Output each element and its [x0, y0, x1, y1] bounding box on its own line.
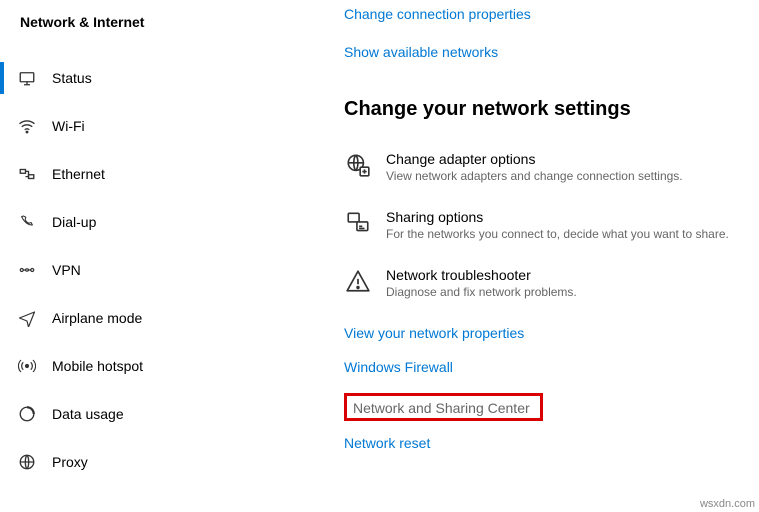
sidebar-item-dialup[interactable]: Dial-up — [0, 198, 300, 246]
data-usage-icon — [16, 403, 38, 425]
sidebar-item-label: Wi-Fi — [52, 118, 85, 134]
option-title: Network troubleshooter — [386, 267, 749, 283]
option-title: Sharing options — [386, 209, 749, 225]
link-network-sharing-center[interactable]: Network and Sharing Center — [353, 400, 530, 416]
sidebar-item-label: Airplane mode — [52, 310, 142, 326]
sidebar-item-hotspot[interactable]: Mobile hotspot — [0, 342, 300, 390]
highlight-box: Network and Sharing Center — [344, 393, 543, 421]
option-desc: Diagnose and fix network problems. — [386, 285, 749, 299]
warning-icon — [344, 267, 372, 295]
option-text: Change adapter options View network adap… — [386, 151, 749, 183]
sidebar-item-label: Dial-up — [52, 214, 96, 230]
link-windows-firewall[interactable]: Windows Firewall — [344, 359, 453, 375]
watermark: wsxdn.com — [700, 498, 755, 510]
globe-adapter-icon — [344, 151, 372, 179]
links-block: View your network properties Windows Fir… — [344, 325, 749, 469]
option-sharing[interactable]: Sharing options For the networks you con… — [344, 209, 749, 241]
sidebar: Network & Internet Status Wi-Fi — [0, 0, 300, 512]
sidebar-item-label: Status — [52, 70, 92, 86]
sidebar-item-vpn[interactable]: VPN — [0, 246, 300, 294]
sidebar-item-label: Proxy — [52, 454, 88, 470]
main-content: Change connection properties Show availa… — [300, 0, 759, 512]
sidebar-item-label: VPN — [52, 262, 81, 278]
link-show-available-networks[interactable]: Show available networks — [344, 44, 498, 60]
link-network-reset[interactable]: Network reset — [344, 435, 430, 451]
sharing-icon — [344, 209, 372, 237]
option-desc: For the networks you connect to, decide … — [386, 227, 749, 241]
sidebar-item-label: Mobile hotspot — [52, 358, 143, 374]
vpn-icon — [16, 259, 38, 281]
status-icon — [16, 67, 38, 89]
option-text: Network troubleshooter Diagnose and fix … — [386, 267, 749, 299]
sidebar-item-airplane[interactable]: Airplane mode — [0, 294, 300, 342]
sidebar-item-ethernet[interactable]: Ethernet — [0, 150, 300, 198]
sidebar-item-status[interactable]: Status — [0, 54, 300, 102]
sidebar-items: Status Wi-Fi Ethernet — [0, 54, 300, 486]
wifi-icon — [16, 115, 38, 137]
link-change-connection-properties[interactable]: Change connection properties — [344, 6, 531, 22]
option-text: Sharing options For the networks you con… — [386, 209, 749, 241]
option-desc: View network adapters and change connect… — [386, 169, 749, 183]
sidebar-header: Network & Internet — [0, 8, 300, 36]
ethernet-icon — [16, 163, 38, 185]
option-troubleshooter[interactable]: Network troubleshooter Diagnose and fix … — [344, 267, 749, 299]
sidebar-item-proxy[interactable]: Proxy — [0, 438, 300, 486]
dialup-icon — [16, 211, 38, 233]
sidebar-item-label: Ethernet — [52, 166, 105, 182]
sidebar-item-wifi[interactable]: Wi-Fi — [0, 102, 300, 150]
airplane-icon — [16, 307, 38, 329]
sidebar-item-label: Data usage — [52, 406, 124, 422]
option-change-adapter[interactable]: Change adapter options View network adap… — [344, 151, 749, 183]
link-view-network-properties[interactable]: View your network properties — [344, 325, 524, 341]
hotspot-icon — [16, 355, 38, 377]
option-title: Change adapter options — [386, 151, 749, 167]
proxy-icon — [16, 451, 38, 473]
sidebar-item-datausage[interactable]: Data usage — [0, 390, 300, 438]
section-heading: Change your network settings — [344, 98, 749, 121]
